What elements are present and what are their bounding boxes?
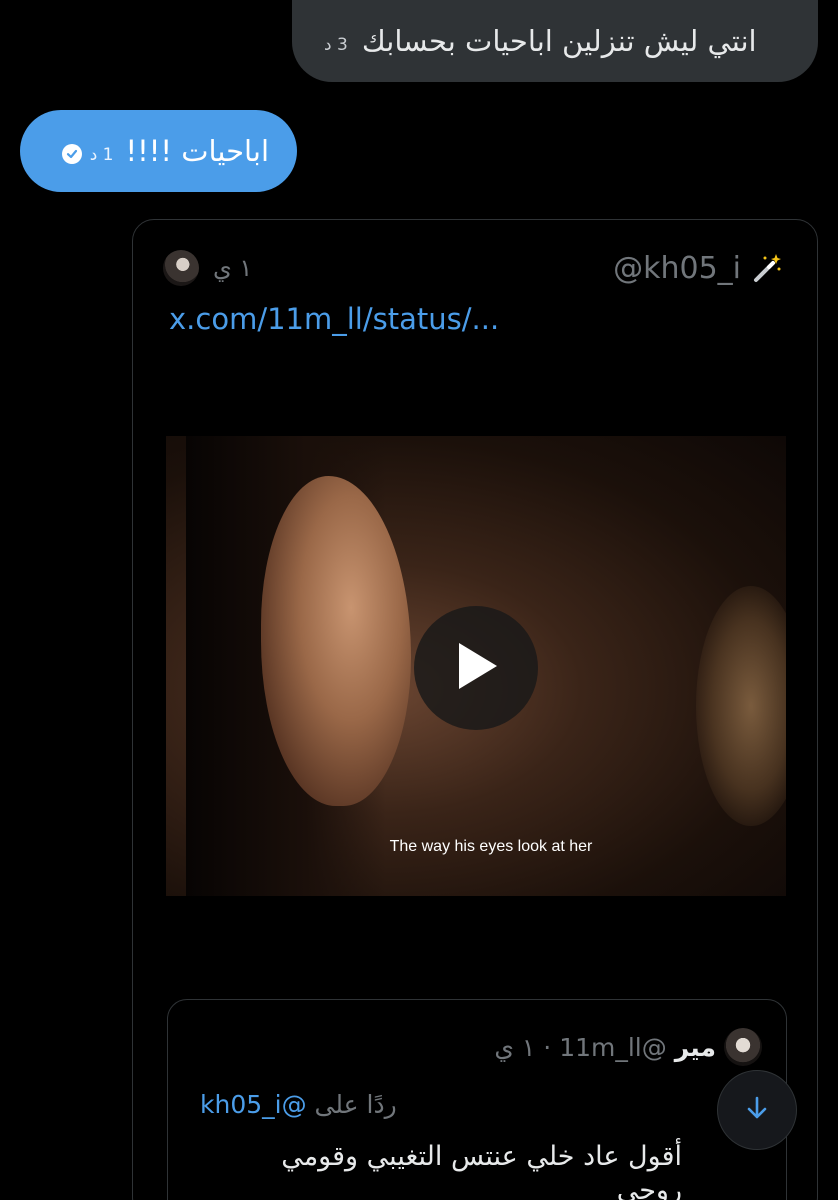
magic-wand-icon	[751, 252, 783, 284]
tweet-header: ١ ي @kh05_i	[163, 248, 783, 288]
tweet-time: ١ ي	[213, 254, 253, 282]
quoted-tweet-header: مير @11m_ll · ١ ي	[192, 1028, 762, 1066]
tweet-header-left: ١ ي	[163, 250, 252, 286]
video-scene-face	[261, 476, 411, 806]
scroll-to-bottom-button[interactable]	[717, 1070, 797, 1150]
reply-prefix: ردًا على	[314, 1090, 397, 1119]
reply-context: ردًا على @kh05_i	[200, 1090, 397, 1119]
quoted-tweet-name: مير	[674, 1032, 716, 1062]
video-caption: The way his eyes look at her	[389, 838, 593, 855]
tweet-author[interactable]: @kh05_i	[613, 251, 783, 286]
incoming-message-text: انتي ليش تنزلين اباحيات بحسابك	[361, 24, 757, 58]
quoted-tweet-author[interactable]: مير @11m_ll · ١ ي	[494, 1028, 762, 1066]
shared-tweet-card[interactable]: ١ ي @kh05_i x.com/11m_ll/status/... The …	[132, 219, 818, 1200]
dm-conversation: انتي ليش تنزلين اباحيات بحسابك 3 د اباحي…	[0, 0, 838, 1200]
quoted-tweet-handle: @11m_ll	[559, 1032, 667, 1062]
quoted-tweet-time: · ١ ي	[494, 1032, 552, 1062]
outgoing-message-bubble[interactable]: اباحيات !!!! 1 د	[20, 110, 297, 192]
quoted-tweet[interactable]: مير @11m_ll · ١ ي ردًا على @kh05_i أقول …	[167, 999, 787, 1200]
quoted-tweet-text: أقول عاد خلي عنتس التغيبي وقومي روحي	[281, 1141, 682, 1200]
incoming-message-time: 3 د	[324, 35, 348, 55]
tweet-handle[interactable]: @kh05_i	[613, 251, 741, 286]
avatar[interactable]	[163, 250, 199, 286]
outgoing-message-time: 1 د	[89, 145, 114, 165]
incoming-message-bubble[interactable]: انتي ليش تنزلين اباحيات بحسابك 3 د	[292, 0, 818, 82]
play-button[interactable]	[414, 606, 538, 730]
outgoing-message-text: اباحيات !!!!	[125, 134, 270, 168]
tweet-link[interactable]: x.com/11m_ll/status/...	[169, 302, 499, 336]
check-icon	[61, 144, 82, 164]
video-thumbnail[interactable]: The way his eyes look at her	[166, 436, 786, 896]
play-icon	[451, 639, 501, 697]
arrow-down-icon	[745, 1095, 769, 1125]
video-scene-light	[696, 586, 786, 826]
avatar[interactable]	[724, 1028, 762, 1066]
reply-mention[interactable]: @kh05_i	[200, 1090, 307, 1119]
